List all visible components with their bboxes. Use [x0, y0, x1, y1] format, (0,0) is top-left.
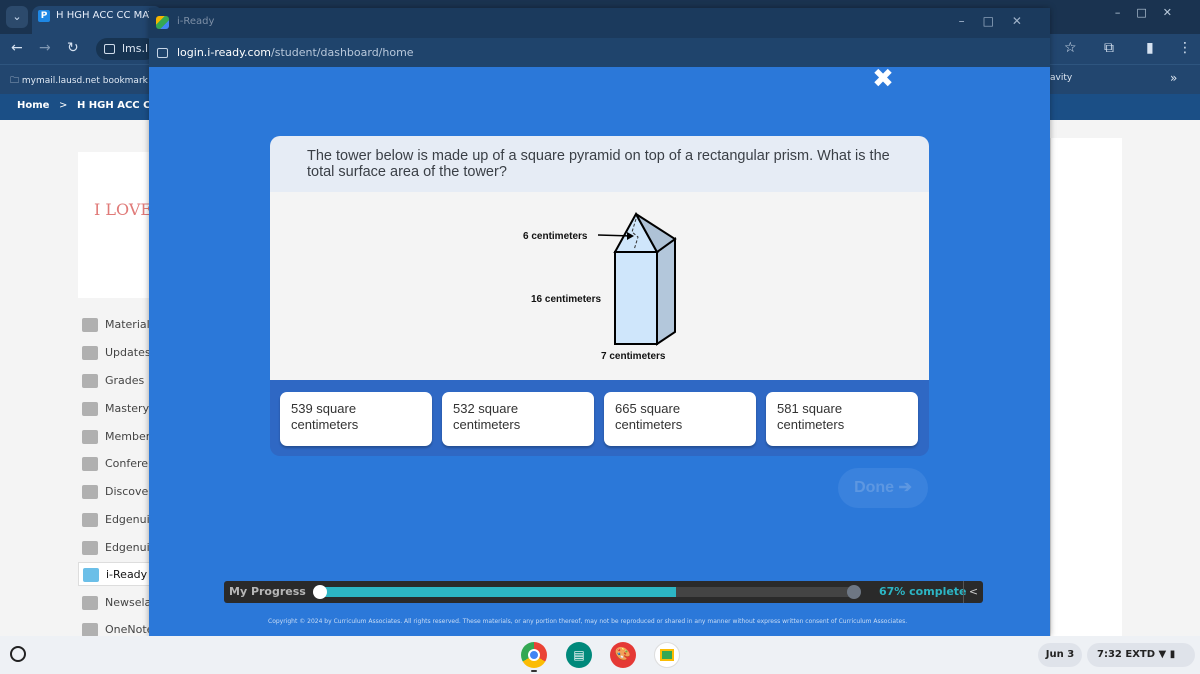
reload-icon[interactable]: ↻ — [67, 40, 79, 56]
sidebar-item-label: Grades — [105, 374, 145, 387]
progress-track — [316, 587, 854, 597]
discover-icon — [82, 485, 98, 499]
height-label: 16 centimeters — [531, 294, 601, 305]
url-host: login.i-ready.com — [177, 46, 272, 59]
progress-collapse-button[interactable]: < — [963, 581, 983, 603]
tower-diagram: 6 centimeters 16 centimeters 7 centimete… — [523, 211, 677, 362]
back-arrow-icon[interactable]: ← — [11, 40, 23, 56]
close-lesson-icon[interactable]: ✖ — [871, 66, 895, 92]
sidebar-item-label: Newsela — [105, 596, 152, 609]
iready-favicon-icon — [156, 16, 169, 29]
newsela-icon — [82, 596, 98, 610]
done-button[interactable]: Done ➔ — [838, 468, 928, 508]
schoology-favicon-icon: P — [38, 10, 50, 22]
display-mode: EXTD — [1125, 649, 1156, 660]
bookmark-star-icon[interactable]: ☆ — [1064, 40, 1077, 56]
updates-icon — [82, 346, 98, 360]
answer-choice-2[interactable]: 532 square centimeters — [442, 392, 594, 446]
iready-window-title: i-Ready — [177, 16, 215, 27]
site-info-icon[interactable] — [104, 44, 115, 54]
question-figure: 6 centimeters 16 centimeters 7 centimete… — [270, 192, 929, 380]
background-address-bar[interactable]: lms.l — [96, 38, 156, 60]
chrome-icon[interactable] — [521, 642, 547, 668]
sidebar-item-iready[interactable]: i-Ready — [78, 562, 158, 586]
site-info-icon[interactable] — [157, 48, 168, 58]
course-logo-text: I LOVE — [94, 200, 153, 219]
iready-window-controls[interactable]: –□✕ — [959, 14, 1040, 28]
background-tab-title: H HGH ACC CC MATH — [56, 10, 162, 21]
sidebar-item-label: i-Ready — [106, 568, 148, 581]
progress-bar: My Progress 67% complete < — [224, 581, 983, 603]
progress-label: My Progress — [229, 585, 306, 598]
arrow-right-icon: ➔ — [898, 479, 912, 496]
forward-arrow-icon[interactable]: → — [39, 40, 51, 56]
running-indicator — [531, 670, 537, 672]
background-url-text: lms.l — [122, 42, 149, 55]
slides-app-icon[interactable]: ▤ — [566, 642, 592, 668]
date-tray[interactable]: Jun 3 — [1038, 643, 1082, 667]
sidebar-item-label: Mastery — [105, 402, 150, 415]
launcher-icon[interactable] — [10, 646, 26, 662]
copyright-text: Copyright © 2024 by Curriculum Associate… — [268, 618, 908, 625]
os-shelf: ▤ 🎨 Jun 3 7:32 EXTD ▼ ▮ — [0, 636, 1200, 674]
base-label: 7 centimeters — [601, 351, 666, 362]
prism-front-face — [614, 251, 658, 345]
iready-address-bar[interactable]: login.i-ready.com/student/dashboard/home — [149, 38, 1050, 67]
iready-titlebar[interactable]: i-Ready –□✕ — [149, 8, 1050, 38]
onenote-icon — [82, 623, 98, 637]
progress-percent: 67% complete — [879, 585, 967, 598]
wifi-icon: ▼ — [1158, 649, 1167, 660]
tab-search-icon[interactable]: ⌄ — [6, 6, 28, 28]
materials-icon — [82, 318, 98, 332]
background-window-controls[interactable]: –□✕ — [1115, 6, 1188, 19]
conferences-icon — [82, 457, 98, 471]
course-logo: I LOVE — [78, 152, 158, 298]
edgenuity-icon — [82, 541, 98, 555]
bookmark-right[interactable]: avity — [1050, 73, 1072, 83]
breadcrumb-home[interactable]: Home — [17, 100, 49, 111]
slant-arrow-line — [597, 234, 633, 237]
url-path: /student/dashboard/home — [271, 46, 414, 59]
clock-time: 7:32 — [1097, 649, 1122, 660]
status-tray[interactable]: 7:32 EXTD ▼ ▮ — [1087, 643, 1195, 667]
question-text: The tower below is made up of a square p… — [307, 148, 890, 180]
sidebar-item-label: Discover — [105, 485, 153, 498]
progress-end-knob — [847, 585, 861, 599]
answer-choices: 539 square centimeters 532 square centim… — [270, 380, 929, 456]
iready-url-text: login.i-ready.com/student/dashboard/home — [177, 46, 414, 59]
sidebar-item-label: OneNote — [105, 623, 154, 636]
grades-icon — [82, 374, 98, 388]
sidebar-item-label: Updates — [105, 346, 151, 359]
slant-label: 6 centimeters — [523, 231, 588, 242]
extensions-icon[interactable]: ⧉ — [1104, 40, 1114, 56]
background-right-panel — [1050, 138, 1122, 636]
answer-choice-3[interactable]: 665 square centimeters — [604, 392, 756, 446]
iready-icon — [83, 568, 99, 582]
battery-icon: ▮ — [1169, 649, 1176, 660]
bookmark-mymail[interactable]: 🗀 mymail.lausd.net bookmark — [10, 73, 148, 89]
google-classroom-icon[interactable] — [654, 642, 680, 668]
paint-app-icon[interactable]: 🎨 — [610, 642, 636, 668]
members-icon — [82, 430, 98, 444]
mastery-icon — [82, 402, 98, 416]
prism-side-face — [656, 237, 676, 346]
answer-choice-1[interactable]: 539 square centimeters — [280, 392, 432, 446]
question-card: The tower below is made up of a square p… — [270, 136, 929, 456]
sidebar-item-label: Materials — [105, 318, 156, 331]
answer-choice-4[interactable]: 581 square centimeters — [766, 392, 918, 446]
breadcrumb-separator: > — [59, 100, 68, 111]
bookmarks-more-icon[interactable]: » — [1170, 71, 1177, 85]
progress-fill — [316, 587, 677, 597]
question-header: The tower below is made up of a square p… — [270, 136, 929, 192]
progress-start-knob — [313, 585, 327, 599]
menu-kebab-icon[interactable]: ⋮ — [1178, 40, 1192, 56]
background-tab[interactable]: P H HGH ACC CC MATH — [32, 6, 162, 34]
side-panel-icon[interactable]: ▮ — [1146, 40, 1154, 56]
done-label: Done — [854, 479, 895, 496]
edgenuity-icon — [82, 513, 98, 527]
